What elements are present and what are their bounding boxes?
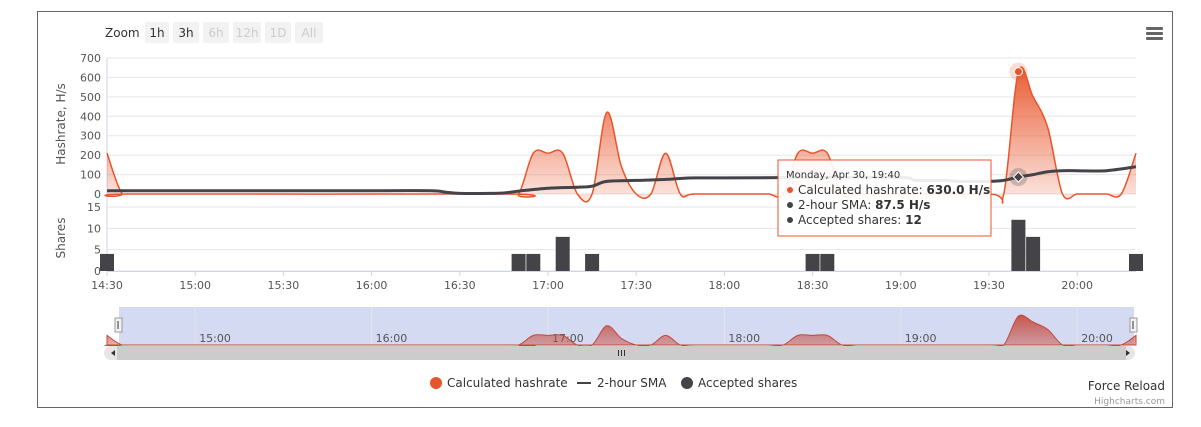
force-reload-button[interactable]: Force Reload <box>1088 379 1165 393</box>
zoom-button-label: 1h <box>149 26 164 40</box>
zoom-label: Zoom <box>105 26 140 40</box>
shares-bar <box>511 253 526 271</box>
shares-bar <box>526 253 541 271</box>
shares-tick-label: 15 <box>87 201 101 214</box>
x-tick-label: 15:00 <box>179 279 211 292</box>
shares-bar <box>805 253 820 271</box>
zoom-button-label: 3h <box>178 26 193 40</box>
range-selector: Zoom 1h 3h 6h 12h 1D All <box>105 22 323 43</box>
hashrate-tick-label: 100 <box>80 169 101 182</box>
navigator-scrollbar[interactable] <box>104 346 1135 360</box>
zoom-button-all: All <box>295 22 323 43</box>
tooltip-series-value: 12 <box>905 213 922 227</box>
tooltip: Monday, Apr 30, 19:40 Calculated hashrate… <box>777 159 992 237</box>
tooltip-series-name: Calculated hashrate: <box>798 183 927 197</box>
legend-symbol <box>681 377 693 389</box>
shares-axis-title: Shares <box>54 218 68 259</box>
navigator-tick-label: 19:00 <box>905 332 937 345</box>
x-tick-label: 16:30 <box>444 279 476 292</box>
zoom-button-label: All <box>302 26 317 40</box>
zoom-button-label: 12h <box>236 26 259 40</box>
x-tick-label: 18:00 <box>709 279 741 292</box>
hashrate-chart: Zoom 1h 3h 6h 12h 1D All Hashrate, H/s Shares… <box>54 22 1165 407</box>
legend-item[interactable]: Accepted shares <box>681 376 797 390</box>
hashrate-tick-label: 0 <box>94 188 101 201</box>
x-tick-label: 19:00 <box>885 279 917 292</box>
tooltip-row: Calculated hashrate: 630.0 H/s <box>798 183 990 197</box>
legend-item[interactable]: 2-hour SMA <box>577 376 667 390</box>
zoom-button-label: 1D <box>270 26 287 40</box>
hashrate-tick-label: 500 <box>80 91 101 104</box>
legend-label: 2-hour SMA <box>597 376 667 390</box>
hashrate-tick-label: 300 <box>80 130 101 143</box>
shares-bar <box>555 236 570 271</box>
navigator-tick-label: 20:00 <box>1081 332 1113 345</box>
shares-tick-label: 5 <box>94 244 101 257</box>
shares-bar <box>100 253 114 271</box>
navigator-tick-label: 16:00 <box>376 332 408 345</box>
x-tick-label: 15:30 <box>268 279 300 292</box>
zoom-button-6h: 6h <box>203 22 229 43</box>
shares-bar <box>585 253 600 271</box>
legend-symbol <box>430 377 442 389</box>
tooltip-series-value: 87.5 H/s <box>875 198 930 212</box>
zoom-button-1d: 1D <box>265 22 291 43</box>
credits-link[interactable]: Highcharts.com <box>1094 397 1165 407</box>
shares-bar <box>1026 236 1041 271</box>
shares-bar <box>820 253 835 271</box>
menu-icon[interactable] <box>1146 27 1163 40</box>
legend-label: Calculated hashrate <box>447 376 568 390</box>
hashrate-tick-label: 400 <box>80 110 101 123</box>
navigator-right-handle[interactable] <box>1129 317 1138 333</box>
zoom-button-12h: 12h <box>233 22 261 43</box>
tooltip-series-dot <box>787 187 793 193</box>
hashrate-tick-label: 700 <box>80 52 101 65</box>
navigator-tick-label: 18:00 <box>728 332 760 345</box>
tooltip-series-dot <box>787 202 793 208</box>
hashrate-tick-label: 200 <box>80 149 101 162</box>
hashrate-tick-label: 600 <box>80 71 101 84</box>
zoom-button-1h[interactable]: 1h <box>145 22 169 43</box>
tooltip-series-dot <box>787 217 793 223</box>
legend-item[interactable]: Calculated hashrate <box>430 376 568 390</box>
tooltip-series-value: 630.0 H/s <box>927 183 991 197</box>
zoom-button-label: 6h <box>208 26 223 40</box>
zoom-button-3h[interactable]: 3h <box>173 22 199 43</box>
x-tick-label: 19:30 <box>973 279 1005 292</box>
tooltip-header: Monday, Apr 30, 19:40 <box>786 170 900 181</box>
navigator-selection <box>119 307 1134 345</box>
x-tick-label: 18:30 <box>797 279 829 292</box>
legend-label: Accepted shares <box>698 376 797 390</box>
shares-bar <box>1011 219 1026 271</box>
shares-tick-label: 10 <box>87 222 101 235</box>
tooltip-row: 2-hour SMA: 87.5 H/s <box>798 198 930 212</box>
x-tick-label: 14:30 <box>91 279 123 292</box>
navigator-left-handle[interactable] <box>114 317 123 333</box>
hashrate-hover-point <box>1013 67 1023 77</box>
x-tick-label: 17:30 <box>620 279 652 292</box>
tooltip-row: Accepted shares: 12 <box>798 213 922 227</box>
x-tick-label: 20:00 <box>1061 279 1093 292</box>
hashrate-axis-title: Hashrate, H/s <box>54 83 68 165</box>
x-tick-label: 16:00 <box>356 279 388 292</box>
x-tick-label: 17:00 <box>532 279 564 292</box>
tooltip-series-name: 2-hour SMA: <box>798 198 875 212</box>
tooltip-series-name: Accepted shares: <box>798 213 905 227</box>
shares-bar <box>1129 253 1143 271</box>
navigator-tick-label: 15:00 <box>199 332 231 345</box>
shares-tick-label: 0 <box>94 265 101 278</box>
